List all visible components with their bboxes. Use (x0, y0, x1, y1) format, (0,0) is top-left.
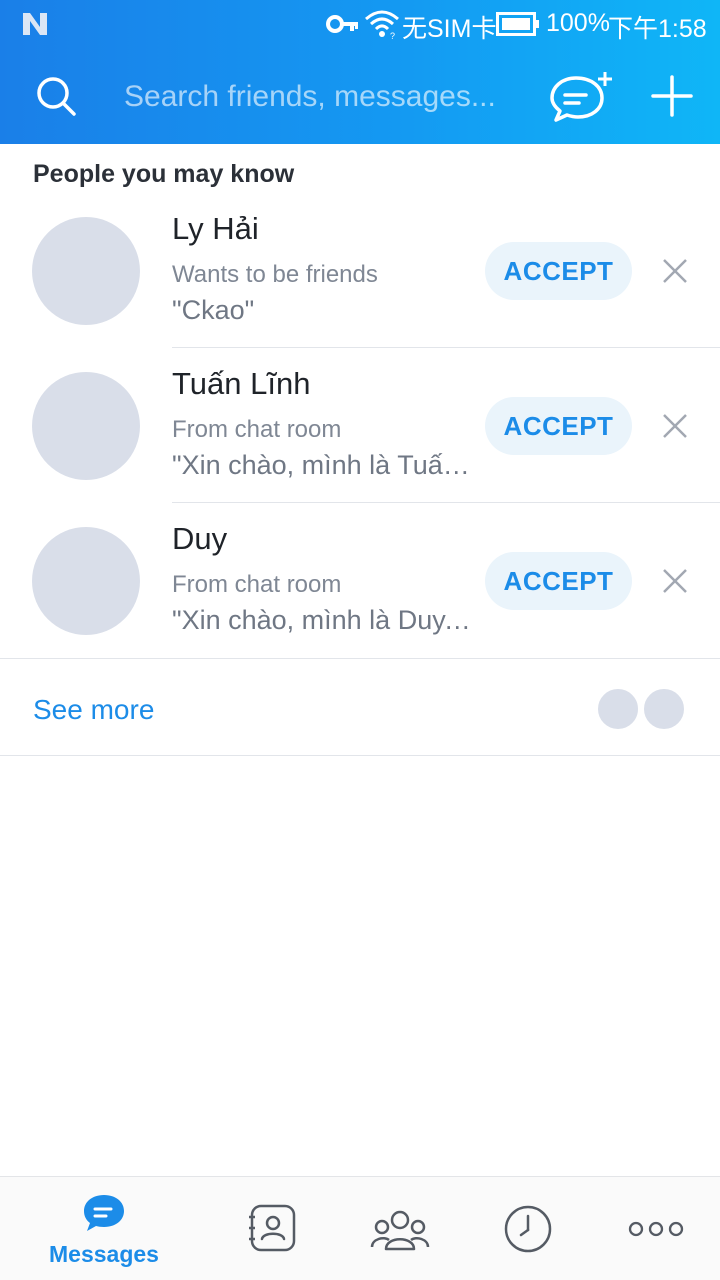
suggestion-reason: From chat room (172, 571, 342, 598)
battery-icon (496, 12, 539, 36)
tab-contacts[interactable] (232, 1177, 312, 1280)
avatar[interactable] (32, 217, 140, 325)
suggestion-reason: Wants to be friends (172, 261, 378, 288)
chat-bubble-icon (84, 1195, 124, 1231)
friend-suggestion-row[interactable]: Duy From chat room "Xin chào, mình là Du… (0, 503, 720, 658)
clock-icon (504, 1205, 552, 1253)
suggestion-message: "Xin chào, mình là Tuấn Lĩnh" (172, 450, 472, 480)
sim-status-text: 无SIM卡 (402, 15, 497, 43)
suggestion-message: "Xin chào, mình là Duy...." (172, 605, 472, 635)
tab-label: Messages (49, 1241, 159, 1267)
contacts-icon (249, 1204, 296, 1252)
avatar (642, 687, 686, 731)
suggestion-message: "Ckao" (172, 295, 255, 325)
wifi-icon: ? (365, 10, 399, 40)
top-app-bar (0, 48, 720, 144)
tab-more[interactable] (616, 1177, 696, 1280)
see-more-row[interactable]: See more (0, 658, 720, 756)
svg-text:?: ? (390, 31, 395, 40)
suggestion-reason: From chat room (172, 416, 342, 443)
battery-percent: 100% (546, 9, 610, 37)
friend-suggestion-row[interactable]: Ly Hải Wants to be friends "Ckao" ACCEPT (0, 193, 720, 348)
avatar (596, 687, 640, 731)
new-group-chat-icon[interactable] (548, 70, 616, 124)
tab-messages[interactable]: Messages (44, 1177, 164, 1280)
bottom-navigation: Messages (0, 1176, 720, 1280)
vpn-key-icon (326, 15, 358, 33)
see-more-link[interactable]: See more (33, 694, 154, 726)
tab-timeline[interactable] (488, 1177, 568, 1280)
clock-time: 下午1:58 (608, 15, 707, 43)
tab-groups[interactable] (360, 1177, 440, 1280)
accept-button[interactable]: ACCEPT (485, 552, 632, 610)
more-icon (628, 1221, 684, 1237)
search-icon[interactable] (34, 74, 78, 118)
avatar[interactable] (32, 372, 140, 480)
add-icon[interactable] (650, 74, 694, 118)
close-icon[interactable] (660, 566, 690, 596)
contact-name: Duy (172, 521, 228, 556)
search-input[interactable] (124, 76, 524, 118)
group-icon (370, 1210, 430, 1251)
section-title: People you may know (33, 160, 295, 188)
notification-n-icon (23, 13, 47, 35)
app-header-background: ? 无SIM卡 100% 下午1:58 (0, 0, 720, 144)
avatar[interactable] (32, 527, 140, 635)
close-icon[interactable] (660, 411, 690, 441)
contact-name: Ly Hải (172, 211, 259, 246)
friend-suggestion-row[interactable]: Tuấn Lĩnh From chat room "Xin chào, mình… (0, 348, 720, 503)
close-icon[interactable] (660, 256, 690, 286)
accept-button[interactable]: ACCEPT (485, 242, 632, 300)
accept-button[interactable]: ACCEPT (485, 397, 632, 455)
contact-name: Tuấn Lĩnh (172, 366, 311, 401)
status-bar: ? 无SIM卡 100% 下午1:58 (0, 0, 720, 48)
